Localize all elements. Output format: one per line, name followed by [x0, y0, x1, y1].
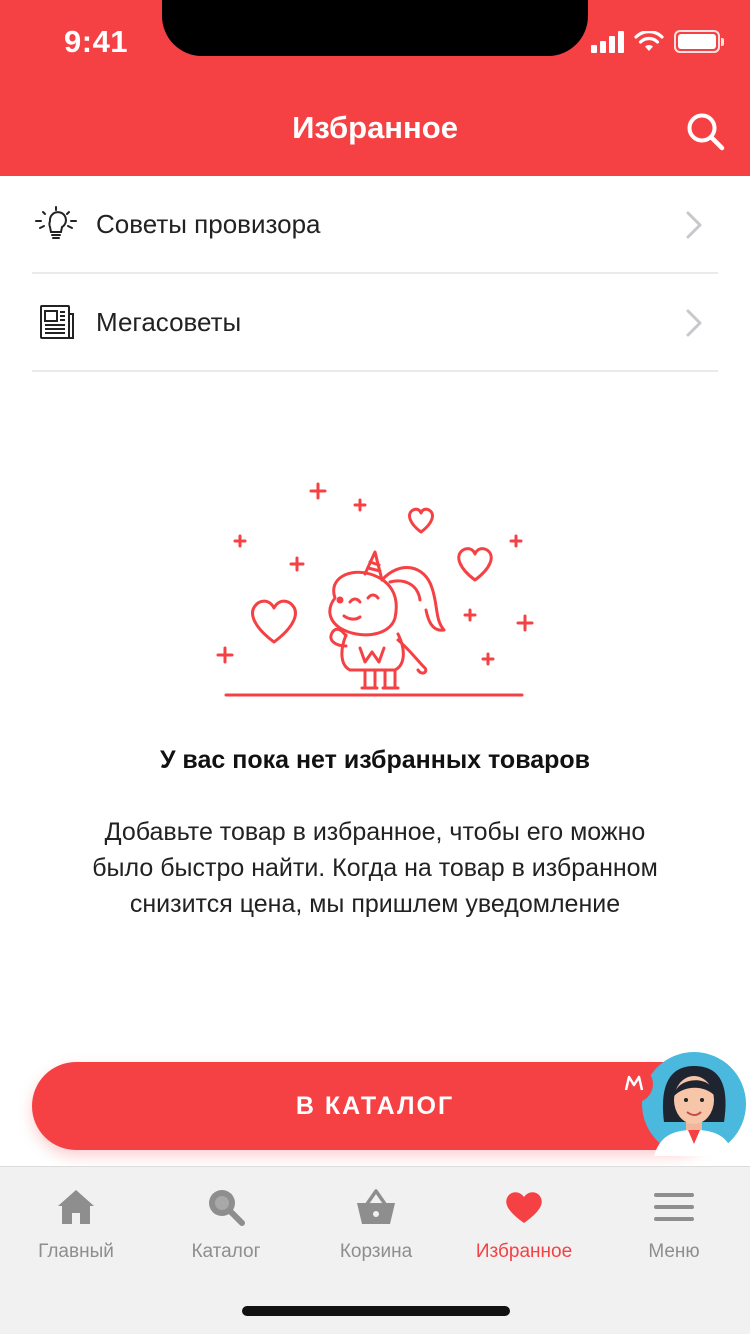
- list-item-label: Мегасоветы: [96, 306, 242, 337]
- tab-catalog[interactable]: Каталог: [151, 1185, 301, 1263]
- lightbulb-icon: [32, 200, 80, 248]
- chevron-right-icon: [686, 309, 702, 337]
- tab-cart[interactable]: Корзина: [301, 1185, 451, 1263]
- chevron-right-icon: [686, 211, 702, 239]
- device-notch: [162, 0, 588, 56]
- empty-state-title: У вас пока нет избранных товаров: [159, 746, 591, 774]
- tab-menu[interactable]: Меню: [599, 1185, 749, 1263]
- heart-icon: [506, 1192, 542, 1223]
- page-title: Избранное: [292, 110, 458, 145]
- basket-icon: [357, 1189, 395, 1224]
- tab-label: Корзина: [339, 1241, 413, 1262]
- tab-home[interactable]: Главный: [1, 1185, 151, 1263]
- tab-favorites[interactable]: Избранное: [449, 1185, 599, 1263]
- unicorn-with-hearts-illustration: [216, 482, 534, 697]
- tips-list: Советы провизора Мегасоветы: [32, 176, 718, 372]
- status-time: 9:41: [64, 24, 129, 59]
- signal-icon: [591, 30, 624, 53]
- home-indicator[interactable]: [242, 1306, 510, 1316]
- home-icon: [58, 1190, 94, 1224]
- tab-label: Избранное: [475, 1241, 573, 1262]
- empty-state-description: Добавьте товар в избранное, чтобы его мо…: [92, 818, 658, 918]
- list-item-pharmacist-tips[interactable]: Советы провизора: [32, 176, 718, 274]
- tab-label: Главный: [38, 1241, 114, 1262]
- battery-icon: [674, 30, 724, 53]
- search-icon: [209, 1190, 245, 1226]
- wifi-icon: [634, 30, 664, 51]
- newspaper-icon: [32, 298, 80, 346]
- favorites-screen: 9:41 Избранное Советы провизора Мегасове…: [0, 0, 750, 1334]
- menu-icon: [654, 1193, 694, 1221]
- tab-label: Каталог: [191, 1241, 261, 1262]
- tab-label: Меню: [648, 1241, 700, 1262]
- list-item-megatips[interactable]: Мегасоветы: [32, 274, 718, 372]
- search-icon[interactable]: [684, 110, 728, 154]
- list-item-label: Советы провизора: [96, 208, 321, 239]
- header: 9:41 Избранное: [0, 0, 750, 176]
- pharmacist-avatar[interactable]: [614, 1052, 746, 1164]
- status-icons: [591, 30, 724, 53]
